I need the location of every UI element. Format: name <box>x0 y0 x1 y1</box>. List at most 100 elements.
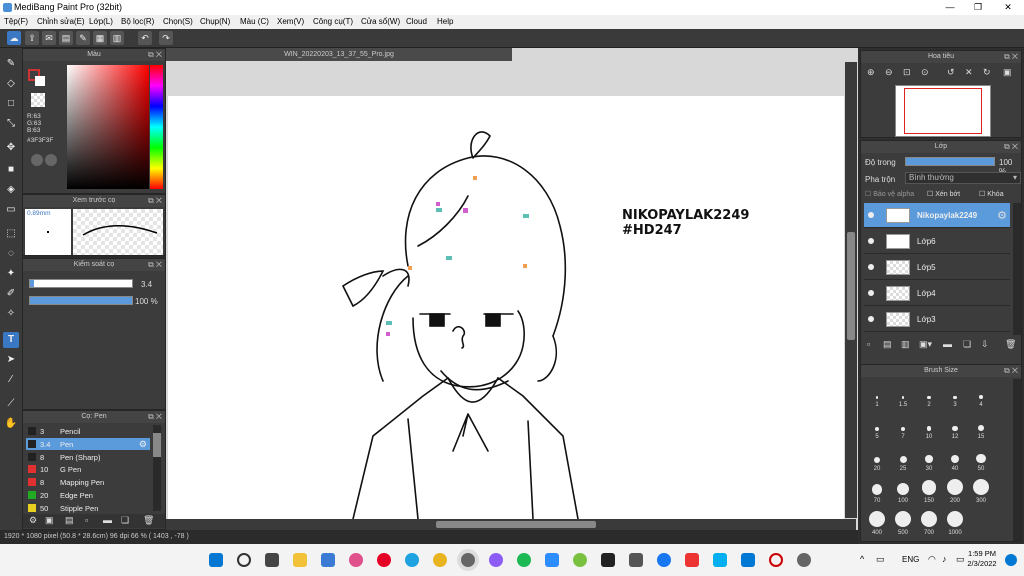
select-tool-icon[interactable]: ⬚ <box>3 226 19 242</box>
brush-size-option[interactable]: 200 <box>943 479 967 509</box>
brush-size-option[interactable]: 1 <box>865 383 889 413</box>
dot-tool-icon[interactable]: ⤡ <box>3 116 19 132</box>
menu-window[interactable]: Cửa sổ(W) <box>361 17 400 26</box>
dropper-tool-icon[interactable]: ⟋ <box>3 396 19 412</box>
panel-close-icon[interactable]: ⧉ ✕ <box>1004 141 1018 153</box>
cloud-icon[interactable]: ☁ <box>7 31 21 45</box>
brush-size-option[interactable]: 20 <box>865 447 889 477</box>
brush-size-option[interactable]: 15 <box>969 415 993 445</box>
rotate-left-icon[interactable]: ↺ <box>947 67 955 78</box>
tool-app-icon[interactable] <box>629 553 643 567</box>
protect-alpha-checkbox[interactable]: ☐ Bảo vệ alpha <box>865 190 914 198</box>
photos-icon[interactable] <box>349 553 363 567</box>
brush-size-option[interactable]: 400 <box>865 511 889 541</box>
duplicate-icon[interactable]: ❏ <box>121 515 129 526</box>
fill-rect-tool-icon[interactable]: ■ <box>3 162 19 178</box>
app-icon-green[interactable] <box>573 553 587 567</box>
document-tab[interactable]: WIN_20220203_13_37_55_Pro.jpg <box>166 48 512 61</box>
snip-icon[interactable] <box>741 553 755 567</box>
brush-size-option[interactable]: 1.5 <box>891 383 915 413</box>
brush-size-option[interactable]: 70 <box>865 479 889 509</box>
trash-icon[interactable]: 🗑 <box>1005 339 1016 350</box>
saturation-value-picker[interactable] <box>67 65 149 189</box>
camera-icon[interactable] <box>797 553 811 567</box>
edge-icon[interactable] <box>405 553 419 567</box>
panel-close-icon[interactable]: ⧉ ✕ <box>148 259 162 271</box>
layer-row-selected[interactable]: Nikopaylak2249 ⚙ <box>864 203 1010 228</box>
brush-size-scrollbar[interactable] <box>1013 379 1021 541</box>
duplicate-layer-icon[interactable]: ❏ <box>963 339 971 350</box>
brush-tool-icon[interactable]: ✎ <box>3 56 19 72</box>
fit-icon[interactable]: ⊡ <box>903 67 911 78</box>
menu-capture[interactable]: Chụp(N) <box>200 17 230 26</box>
brush-item[interactable]: 3.4 Pen ⚙ <box>26 437 150 450</box>
layer-row[interactable]: Lớp5 <box>864 255 1010 280</box>
lasso-tool-icon[interactable]: ◌ <box>3 246 19 262</box>
brush-size-option[interactable]: 4 <box>969 383 993 413</box>
brush-size-option[interactable]: 700 <box>917 511 941 541</box>
network-icon[interactable]: ▭ <box>876 554 885 565</box>
panel-close-icon[interactable]: ⧉ ✕ <box>148 411 162 423</box>
clock[interactable]: 1:59 PM 2/3/2022 <box>962 549 1002 569</box>
trash-icon[interactable]: 🗑 <box>143 515 154 526</box>
brush-size-slider[interactable] <box>29 279 133 288</box>
wifi-icon[interactable]: ◠ <box>928 554 936 565</box>
menu-tools[interactable]: Công cụ(T) <box>313 17 353 26</box>
cursor-app-icon[interactable] <box>601 553 615 567</box>
bucket-tool-icon[interactable]: ◈ <box>3 182 19 198</box>
canvas[interactable]: NIKOPAYLAK2249 #HD247 <box>168 96 844 519</box>
eye-icon[interactable] <box>868 212 874 218</box>
menu-filter[interactable]: Bộ lọc(R) <box>121 17 154 26</box>
share-icon[interactable]: ▤ <box>59 31 73 45</box>
layer-opacity-slider[interactable] <box>905 157 995 166</box>
folder-icon[interactable]: ▬ <box>943 339 952 349</box>
upload-icon[interactable]: ⇪ <box>25 31 39 45</box>
brush-size-option[interactable]: 30 <box>917 447 941 477</box>
brush-size-option[interactable]: 12 <box>943 415 967 445</box>
folder-icon[interactable]: ▣ <box>45 515 54 526</box>
grid-icon[interactable]: ▥ <box>110 31 124 45</box>
brush-item[interactable]: 8 Mapping Pen <box>26 476 150 488</box>
windows-start-icon[interactable] <box>209 553 223 567</box>
eye-icon[interactable] <box>868 238 874 244</box>
new-brush-icon[interactable]: ▫ <box>85 515 88 525</box>
messenger-icon[interactable] <box>489 553 503 567</box>
brush-item[interactable]: 20 Edge Pen <box>26 489 150 501</box>
brush-size-option[interactable]: 300 <box>969 479 993 509</box>
add-brush-icon[interactable]: ⚙ <box>29 515 37 526</box>
notification-icon[interactable] <box>1005 554 1017 566</box>
brush-item[interactable]: 10 G Pen <box>26 463 150 475</box>
medibang-icon[interactable] <box>461 553 475 567</box>
layer-menu-icon[interactable]: ▣▾ <box>919 339 932 350</box>
app-icon-red[interactable] <box>685 553 699 567</box>
rotate-reset-icon[interactable]: ✕ <box>965 67 973 78</box>
facebook-icon[interactable] <box>657 553 671 567</box>
menu-layer[interactable]: Lớp(L) <box>89 17 113 26</box>
color-wheel-icon[interactable] <box>45 154 57 166</box>
palette-icon[interactable] <box>31 154 43 166</box>
settings-icon[interactable]: ▦ <box>93 31 107 45</box>
gradient-tool-icon[interactable]: ▭ <box>3 202 19 218</box>
flip-icon[interactable]: ▣ <box>1003 67 1012 78</box>
pinterest-icon[interactable] <box>377 553 391 567</box>
zoom-reset-icon[interactable]: ⊙ <box>921 67 929 78</box>
layer-list-scrollbar[interactable] <box>1013 203 1021 335</box>
language-indicator[interactable]: ENG <box>902 555 919 564</box>
layer-row[interactable]: Lớp3 <box>864 307 1010 332</box>
brush-size-option[interactable]: 25 <box>891 447 915 477</box>
minimize-button[interactable]: — <box>936 0 964 15</box>
gear-icon[interactable]: ⚙ <box>139 439 147 450</box>
open-folder-icon[interactable]: ▬ <box>103 515 112 525</box>
store-icon[interactable] <box>321 553 335 567</box>
move-tool-icon[interactable]: ✥ <box>3 140 19 156</box>
panel-close-icon[interactable]: ⧉ ✕ <box>1004 51 1018 63</box>
eye-icon[interactable] <box>868 316 874 322</box>
transparent-color-swatch[interactable] <box>31 93 45 107</box>
skype-icon[interactable] <box>713 553 727 567</box>
brush-options-icon[interactable]: ▤ <box>65 515 74 526</box>
brush-list-scrollbar[interactable] <box>153 425 161 511</box>
eye-icon[interactable] <box>868 290 874 296</box>
search-icon[interactable] <box>237 553 251 567</box>
new-layer-icon[interactable]: ▫ <box>867 339 870 349</box>
opera-icon[interactable] <box>769 553 783 567</box>
